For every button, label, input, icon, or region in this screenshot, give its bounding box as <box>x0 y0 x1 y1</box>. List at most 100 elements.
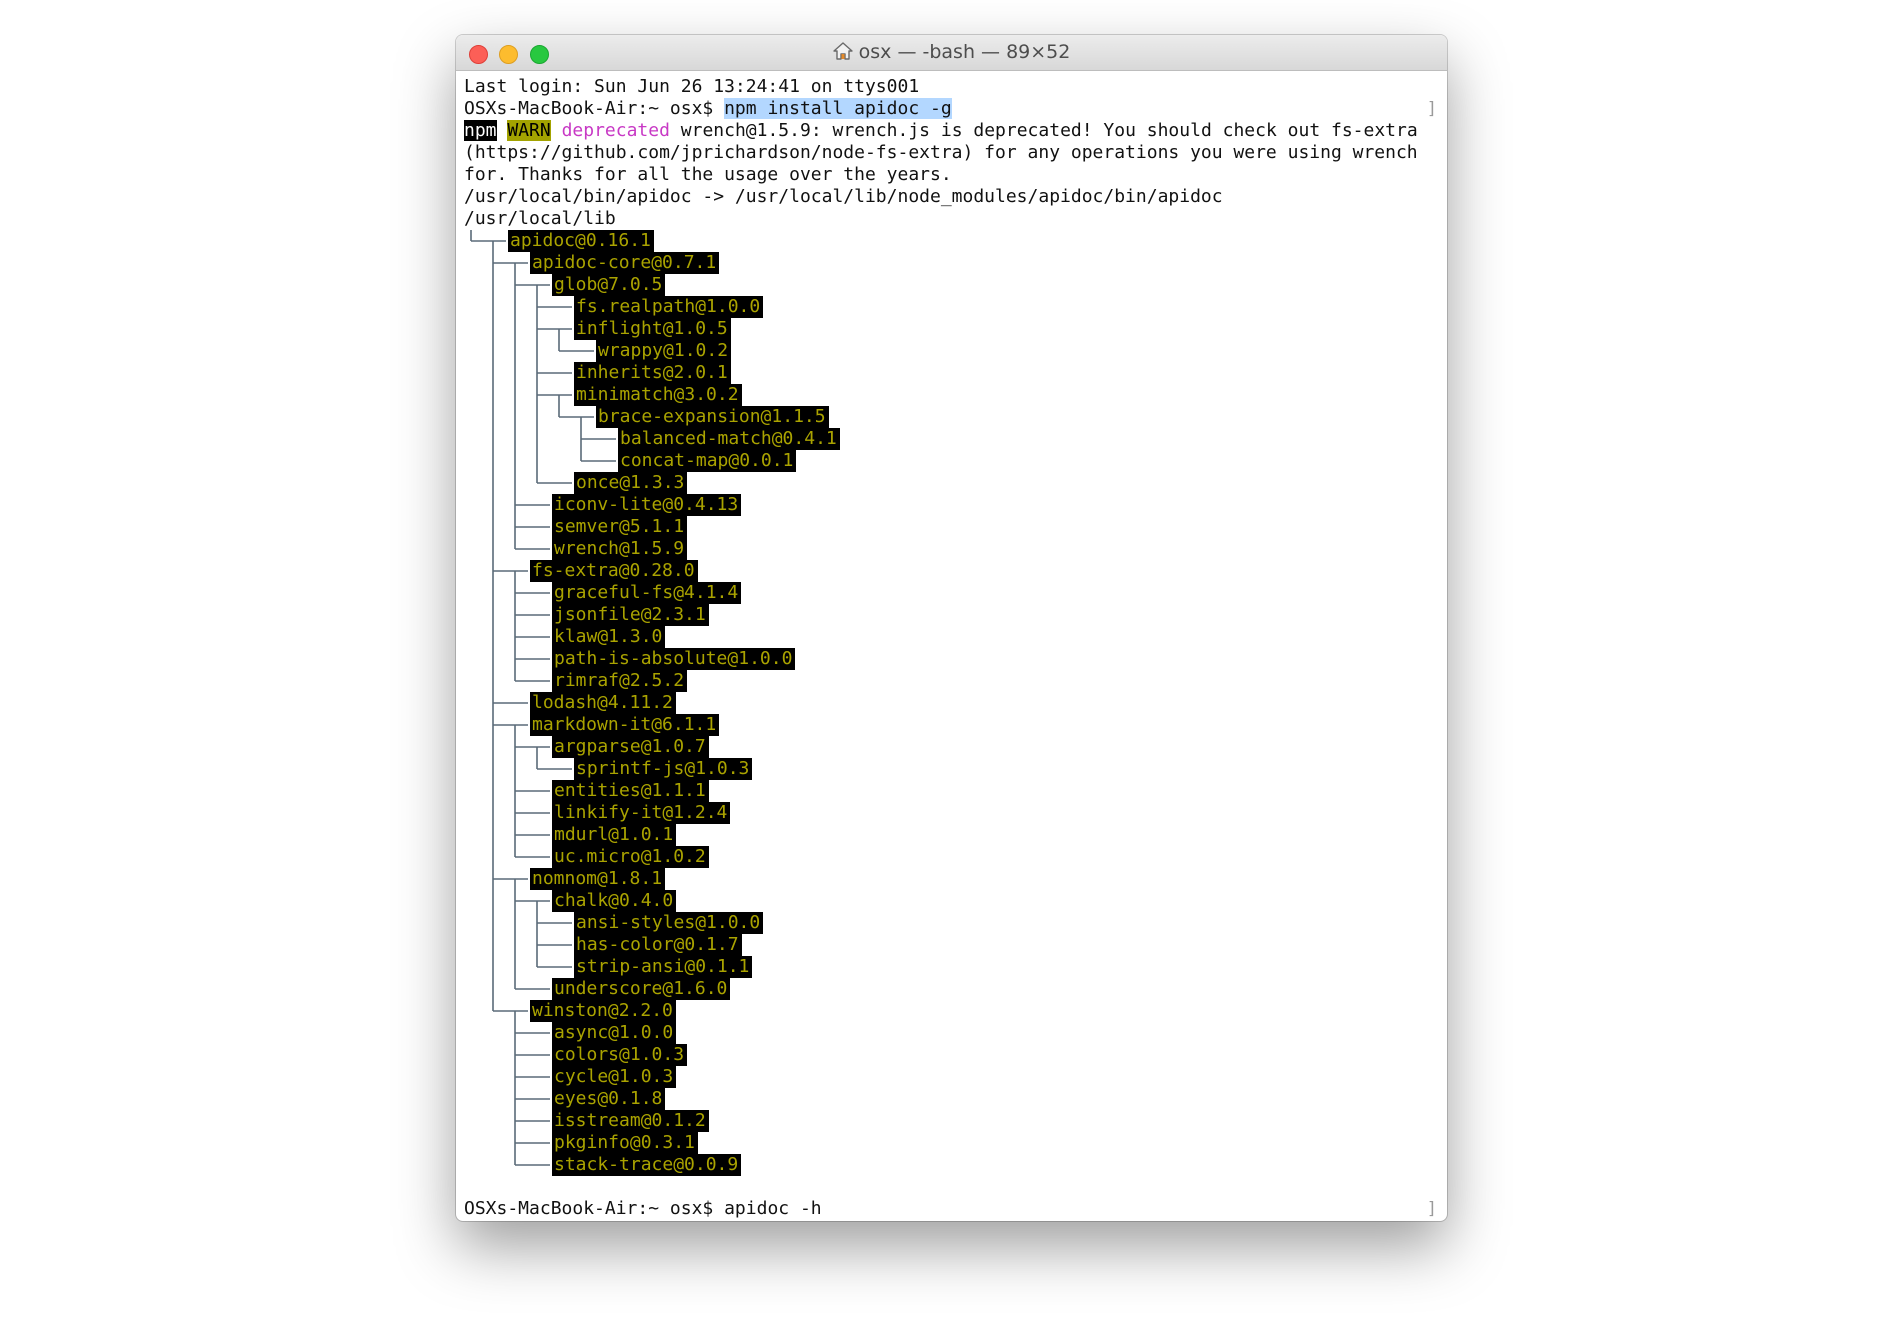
last-login-line: Last login: Sun Jun 26 13:24:41 on ttys0… <box>464 76 920 97</box>
tree-item: path-is-absolute@1.0.0 <box>464 648 1439 670</box>
tree-item: iconv-lite@0.4.13 <box>464 494 1439 516</box>
package-name: brace-expansion@1.1.5 <box>596 406 829 428</box>
tree-item: mdurl@1.0.1 <box>464 824 1439 846</box>
package-name: inherits@2.0.1 <box>574 362 731 384</box>
prompt: OSXs-MacBook-Air:~ osx$ <box>464 1198 725 1219</box>
warn-badge: WARN <box>507 120 551 141</box>
terminal-window[interactable]: osx — -bash — 89×52 Last login: Sun Jun … <box>456 35 1447 1221</box>
warn-line-3: for. Thanks for all the usage over the y… <box>464 164 952 185</box>
tree-item: markdown-it@6.1.1 <box>464 714 1439 736</box>
package-name: winston@2.2.0 <box>530 1000 676 1022</box>
package-name: lodash@4.11.2 <box>530 692 676 714</box>
command-input[interactable]: apidoc -h <box>724 1198 822 1219</box>
tree-item: graceful-fs@4.1.4 <box>464 582 1439 604</box>
tree-item: colors@1.0.3 <box>464 1044 1439 1066</box>
package-name: wrappy@1.0.2 <box>596 340 732 362</box>
tree-item: fs.realpath@1.0.0 <box>464 296 1439 318</box>
tree-item: concat-map@0.0.1 <box>464 450 1439 472</box>
package-name: uc.micro@1.0.2 <box>552 846 709 868</box>
package-name: path-is-absolute@1.0.0 <box>552 648 796 670</box>
npm-badge: npm <box>464 120 497 141</box>
tree-item: rimraf@2.5.2 <box>464 670 1439 692</box>
package-name: iconv-lite@0.4.13 <box>552 494 742 516</box>
tree-item: apidoc-core@0.7.1 <box>464 252 1439 274</box>
package-name: glob@7.0.5 <box>552 274 666 296</box>
package-name: rimraf@2.5.2 <box>552 670 688 692</box>
tree-item: sprintf-js@1.0.3 <box>464 758 1439 780</box>
tree-item: eyes@0.1.8 <box>464 1088 1439 1110</box>
package-name: argparse@1.0.7 <box>552 736 709 758</box>
title-bar[interactable]: osx — -bash — 89×52 <box>456 35 1447 71</box>
tree-item: wrappy@1.0.2 <box>464 340 1439 362</box>
tree-item: isstream@0.1.2 <box>464 1110 1439 1132</box>
tree-item: fs-extra@0.28.0 <box>464 560 1439 582</box>
tree-item: jsonfile@2.3.1 <box>464 604 1439 626</box>
deprecated-label: deprecated <box>561 120 670 141</box>
package-name: once@1.3.3 <box>574 472 688 494</box>
prompt: OSXs-MacBook-Air:~ osx$ <box>464 98 725 119</box>
tree-item: semver@5.1.1 <box>464 516 1439 538</box>
package-name: semver@5.1.1 <box>552 516 688 538</box>
package-name: concat-map@0.0.1 <box>618 450 797 472</box>
package-name: fs-extra@0.28.0 <box>530 560 698 582</box>
home-icon <box>832 37 853 72</box>
line-mark-bracket: ] <box>1426 1199 1437 1219</box>
package-name: apidoc-core@0.7.1 <box>530 252 720 274</box>
tree-item: uc.micro@1.0.2 <box>464 846 1439 868</box>
package-name: balanced-match@0.4.1 <box>618 428 840 450</box>
package-name: ansi-styles@1.0.0 <box>574 912 764 934</box>
package-name: stack-trace@0.0.9 <box>552 1154 742 1176</box>
package-name: cycle@1.0.3 <box>552 1066 677 1088</box>
tree-item: cycle@1.0.3 <box>464 1066 1439 1088</box>
line-mark-bracket: ] <box>1426 99 1437 119</box>
tree-item: pkginfo@0.3.1 <box>464 1132 1439 1154</box>
selected-command[interactable]: npm install apidoc -g <box>724 98 952 119</box>
tree-item: chalk@0.4.0 <box>464 890 1439 912</box>
tree-item: once@1.3.3 <box>464 472 1439 494</box>
window-title-text: osx — -bash — 89×52 <box>858 41 1071 63</box>
tree-item: stack-trace@0.0.9 <box>464 1154 1439 1176</box>
package-name: graceful-fs@4.1.4 <box>552 582 742 604</box>
tree-item: klaw@1.3.0 <box>464 626 1439 648</box>
prompt-line-2: OSXs-MacBook-Air:~ osx$ apidoc -h] <box>464 1198 1439 1220</box>
tree-item: async@1.0.0 <box>464 1022 1439 1044</box>
package-name: async@1.0.0 <box>552 1022 677 1044</box>
package-name: nomnom@1.8.1 <box>530 868 666 890</box>
tree-item: entities@1.1.1 <box>464 780 1439 802</box>
tree-item: ansi-styles@1.0.0 <box>464 912 1439 934</box>
package-name: strip-ansi@0.1.1 <box>574 956 753 978</box>
terminal-content[interactable]: Last login: Sun Jun 26 13:24:41 on ttys0… <box>464 76 1439 1221</box>
warn-line-2: (https://github.com/jprichardson/node-fs… <box>464 142 1418 163</box>
package-name: fs.realpath@1.0.0 <box>574 296 764 318</box>
bin-link-line: /usr/local/bin/apidoc -> /usr/local/lib/… <box>464 186 1223 207</box>
tree-item: inflight@1.0.5 <box>464 318 1439 340</box>
package-name: colors@1.0.3 <box>552 1044 688 1066</box>
tree-item: has-color@0.1.7 <box>464 934 1439 956</box>
tree-item: argparse@1.0.7 <box>464 736 1439 758</box>
tree-item: linkify-it@1.2.4 <box>464 802 1439 824</box>
warn-message: wrench@1.5.9: wrench.js is deprecated! Y… <box>669 120 1418 141</box>
tree-item: inherits@2.0.1 <box>464 362 1439 384</box>
warn-line: npm WARN deprecated wrench@1.5.9: wrench… <box>464 120 1439 142</box>
package-name: pkginfo@0.3.1 <box>552 1132 698 1154</box>
package-name: jsonfile@2.3.1 <box>552 604 709 626</box>
package-name: chalk@0.4.0 <box>552 890 677 912</box>
package-name: klaw@1.3.0 <box>552 626 666 648</box>
tree-item: wrench@1.5.9 <box>464 538 1439 560</box>
tree-item: balanced-match@0.4.1 <box>464 428 1439 450</box>
window-title: osx — -bash — 89×52 <box>456 35 1447 70</box>
package-name: inflight@1.0.5 <box>574 318 731 340</box>
tree-item: apidoc@0.16.1 <box>464 230 1439 252</box>
tree-item: brace-expansion@1.1.5 <box>464 406 1439 428</box>
tree-item: winston@2.2.0 <box>464 1000 1439 1022</box>
package-name: wrench@1.5.9 <box>552 538 688 560</box>
package-name: mdurl@1.0.1 <box>552 824 677 846</box>
lib-path-line: /usr/local/lib <box>464 208 616 229</box>
tree-item: glob@7.0.5 <box>464 274 1439 296</box>
tree-item: strip-ansi@0.1.1 <box>464 956 1439 978</box>
package-name: linkify-it@1.2.4 <box>552 802 731 824</box>
tree-item: minimatch@3.0.2 <box>464 384 1439 406</box>
package-name: has-color@0.1.7 <box>574 934 742 956</box>
package-name: markdown-it@6.1.1 <box>530 714 720 736</box>
